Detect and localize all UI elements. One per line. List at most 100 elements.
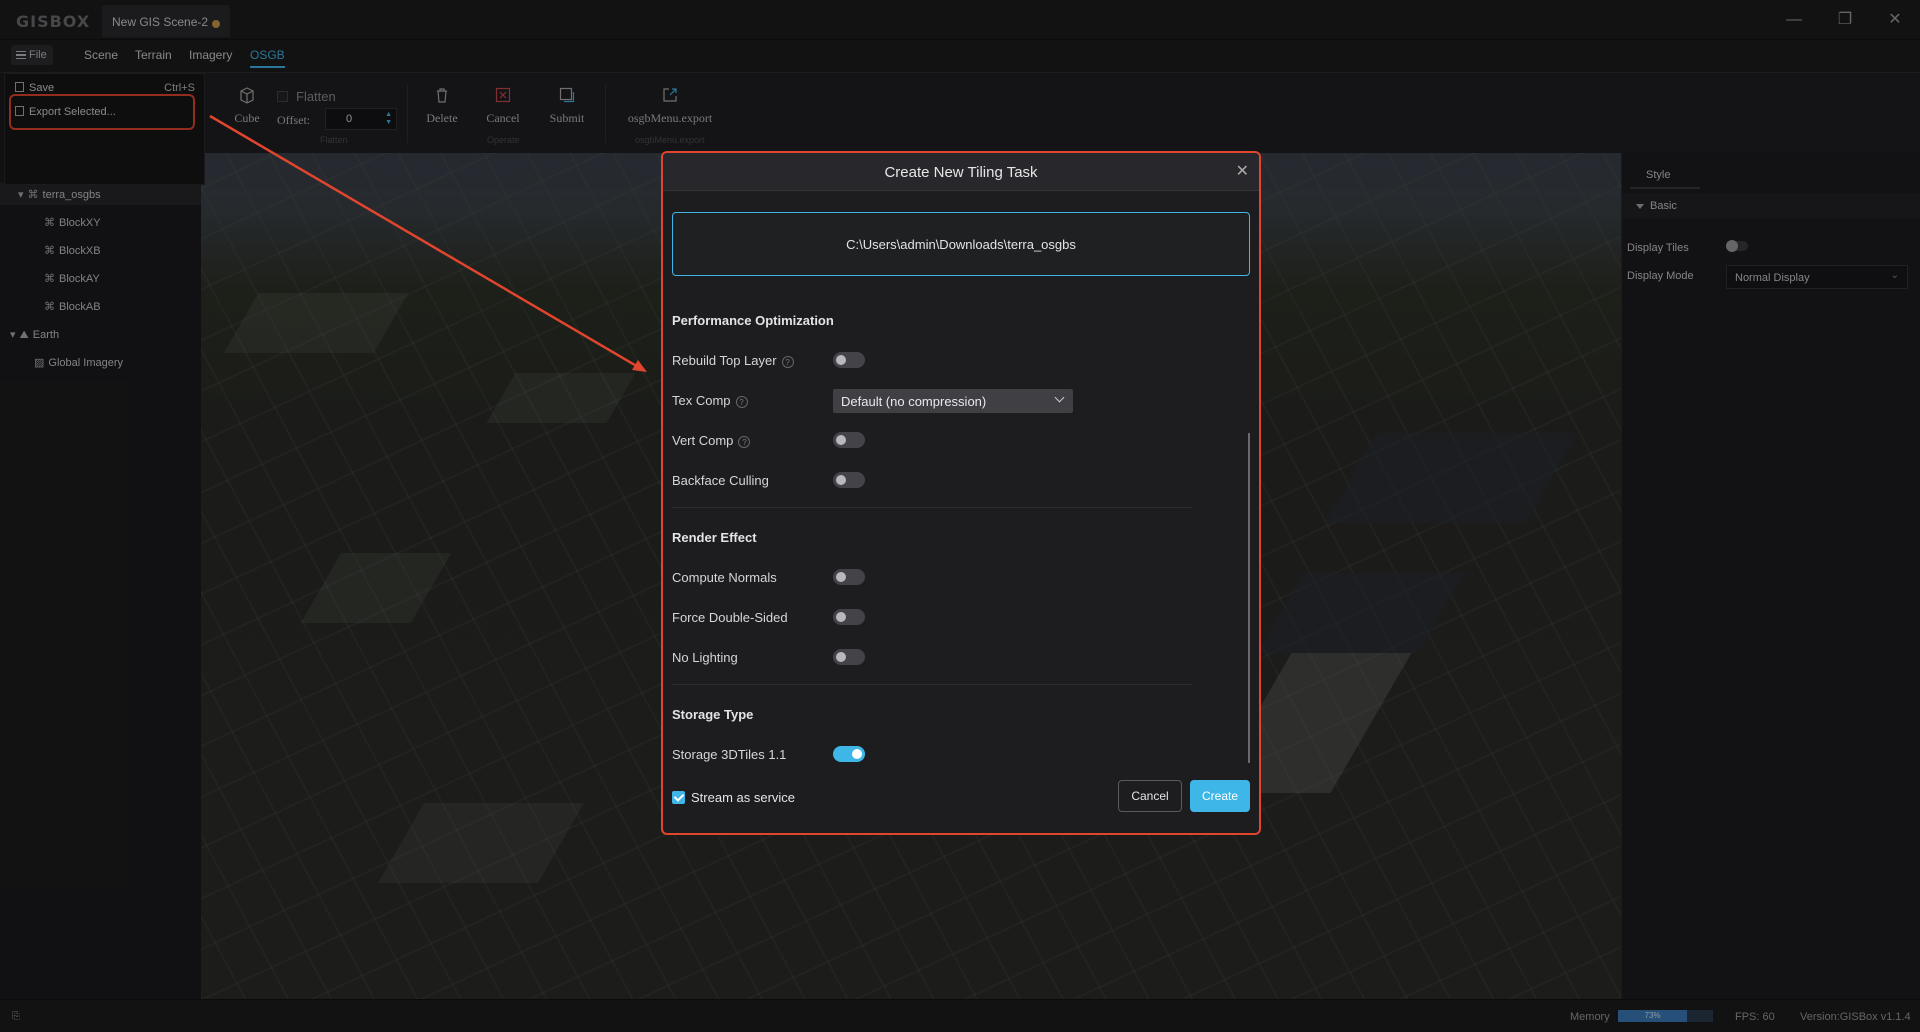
vert-comp-text: Vert Comp	[672, 433, 734, 448]
tree-item-blockxy[interactable]: ⌘ BlockXY	[0, 211, 201, 233]
source-path-field[interactable]: C:\Users\admin\Downloads\terra_osgbs	[672, 212, 1250, 276]
section-divider	[672, 684, 1192, 685]
tree-item-label: BlockXY	[59, 217, 101, 229]
close-window-button[interactable]: ✕	[1880, 9, 1910, 31]
rebuild-top-layer-text: Rebuild Top Layer	[672, 353, 777, 368]
model-icon: ⌘	[44, 301, 55, 313]
performance-heading: Performance Optimization	[672, 313, 834, 328]
menu-terrain[interactable]: Terrain	[135, 48, 172, 62]
cube-tool[interactable]: Cube	[229, 85, 265, 126]
tree-item-blockxb[interactable]: ⌘ BlockXB	[0, 239, 201, 261]
tab-style[interactable]: Style	[1630, 159, 1700, 189]
chevron-down-icon: ⌄	[1890, 270, 1899, 281]
display-tiles-toggle[interactable]	[1726, 240, 1748, 252]
help-icon[interactable]: ?	[735, 396, 748, 408]
terrain-icon: ⛰	[19, 329, 29, 341]
model-icon: ⌘	[44, 273, 55, 285]
document-tab[interactable]: New GIS Scene-2	[102, 5, 230, 37]
highlight-box	[9, 94, 195, 130]
tree-item-label: BlockXB	[59, 245, 101, 257]
menu-scene[interactable]: Scene	[84, 48, 118, 62]
backface-culling-label: Backface Culling	[672, 473, 769, 488]
document-tab-label: New GIS Scene-2	[112, 15, 209, 29]
tex-comp-value: Default (no compression)	[841, 394, 987, 409]
layer-tree-panel: ▾ ⌘ terra_osgbs ⌘ BlockXY ⌘ BlockXB ⌘ BlockAY…	[0, 153, 201, 999]
cancel-icon	[495, 87, 511, 103]
tree-item-earth[interactable]: ▾ ⛰ Earth	[0, 323, 201, 345]
spinner-icon[interactable]: ▲ ▼	[385, 111, 392, 127]
export-tool[interactable]: osgbMenu.export	[625, 85, 715, 126]
delete-tool[interactable]: Delete	[422, 85, 462, 126]
operate-group-label: Operate	[487, 135, 520, 145]
menu-save[interactable]: Save Ctrl+S	[15, 82, 195, 94]
cancel-tool[interactable]: Cancel	[483, 85, 523, 126]
trash-icon	[437, 88, 447, 103]
compute-normals-toggle[interactable]	[833, 569, 865, 585]
chevron-down-icon	[1054, 392, 1065, 403]
menu-imagery[interactable]: Imagery	[189, 48, 232, 62]
create-button[interactable]: Create	[1190, 780, 1250, 812]
backface-culling-toggle[interactable]	[833, 472, 865, 488]
display-mode-select[interactable]: Normal Display ⌄	[1726, 265, 1908, 289]
app-logo: GISBOX	[16, 12, 91, 31]
menu-osgb[interactable]: OSGB	[250, 48, 285, 68]
memory-label: Memory	[1570, 1011, 1610, 1023]
restore-button[interactable]: ❐	[1830, 9, 1860, 31]
dialog-title: Create New Tiling Task	[884, 164, 1038, 181]
force-double-sided-toggle[interactable]	[833, 609, 865, 625]
tree-item-label: Global Imagery	[48, 357, 123, 369]
tree-item-blockab[interactable]: ⌘ BlockAB	[0, 295, 201, 317]
close-icon[interactable]: ✕	[1236, 161, 1249, 181]
help-icon[interactable]: ?	[781, 356, 794, 368]
status-bar: ⎘ Memory 73% FPS: 60 Version:GISBox v1.1…	[0, 999, 1920, 1032]
dialog-scrollbar[interactable]	[1248, 433, 1250, 763]
collapse-icon	[1636, 204, 1644, 209]
cube-label: Cube	[234, 111, 260, 125]
create-tiling-task-dialog: Create New Tiling Task ✕ C:\Users\admin\…	[661, 151, 1261, 835]
minimize-button[interactable]: —	[1779, 9, 1809, 31]
tree-item-global-imagery[interactable]: ▨ Global Imagery	[0, 351, 201, 373]
flatten-checkbox[interactable]: Flatten	[277, 89, 336, 104]
model-icon: ⌘	[44, 245, 55, 257]
export-icon	[663, 88, 677, 102]
export-label: osgbMenu.export	[627, 111, 713, 125]
section-basic-label: Basic	[1650, 200, 1677, 212]
display-mode-label: Display Mode	[1627, 270, 1694, 282]
checkbox-icon	[277, 91, 288, 102]
unsaved-dot-icon	[212, 20, 220, 28]
flatten-label: Flatten	[296, 89, 336, 104]
tex-comp-text: Tex Comp	[672, 393, 731, 408]
rebuild-top-layer-toggle[interactable]	[833, 352, 865, 368]
cancel-button[interactable]: Cancel	[1118, 780, 1182, 812]
expand-icon[interactable]: ▾	[18, 188, 24, 201]
tree-item-blockay[interactable]: ⌘ BlockAY	[0, 267, 201, 289]
expand-icon[interactable]: ▾	[10, 328, 16, 341]
section-basic[interactable]: Basic	[1622, 193, 1920, 219]
help-icon[interactable]: ?	[738, 436, 751, 448]
submit-tool[interactable]: Submit	[547, 85, 587, 126]
file-menu-button[interactable]: File	[11, 45, 53, 65]
rebuild-top-layer-label: Rebuild Top Layer?	[672, 353, 794, 368]
toolbar-divider	[605, 85, 606, 143]
section-divider	[672, 507, 1192, 508]
display-mode-value: Normal Display	[1735, 272, 1810, 284]
no-lighting-toggle[interactable]	[833, 649, 865, 665]
menu-save-label: Save	[29, 82, 55, 94]
tex-comp-select[interactable]: Default (no compression)	[833, 389, 1073, 413]
tree-item-terra-osgbs[interactable]: ▾ ⌘ terra_osgbs	[0, 183, 201, 205]
vert-comp-toggle[interactable]	[833, 432, 865, 448]
status-icon[interactable]: ⎘	[12, 1011, 20, 1022]
offset-input[interactable]: 0 ▲ ▼	[325, 108, 397, 130]
checkbox-checked-icon	[672, 791, 685, 804]
submit-icon	[559, 87, 575, 103]
storage-3dtiles-toggle[interactable]	[833, 746, 865, 762]
compute-normals-label: Compute Normals	[672, 570, 777, 585]
storage-type-heading: Storage Type	[672, 707, 754, 722]
vert-comp-label: Vert Comp?	[672, 433, 751, 448]
save-shortcut: Ctrl+S	[164, 82, 195, 94]
tree-item-label: BlockAY	[59, 273, 100, 285]
style-panel: Style Basic Display Tiles Display Mode N…	[1621, 153, 1920, 999]
stream-as-service-checkbox[interactable]: Stream as service	[672, 790, 795, 805]
save-icon	[15, 82, 24, 92]
menu-bar: File Scene Terrain Imagery OSGB	[0, 40, 1920, 73]
